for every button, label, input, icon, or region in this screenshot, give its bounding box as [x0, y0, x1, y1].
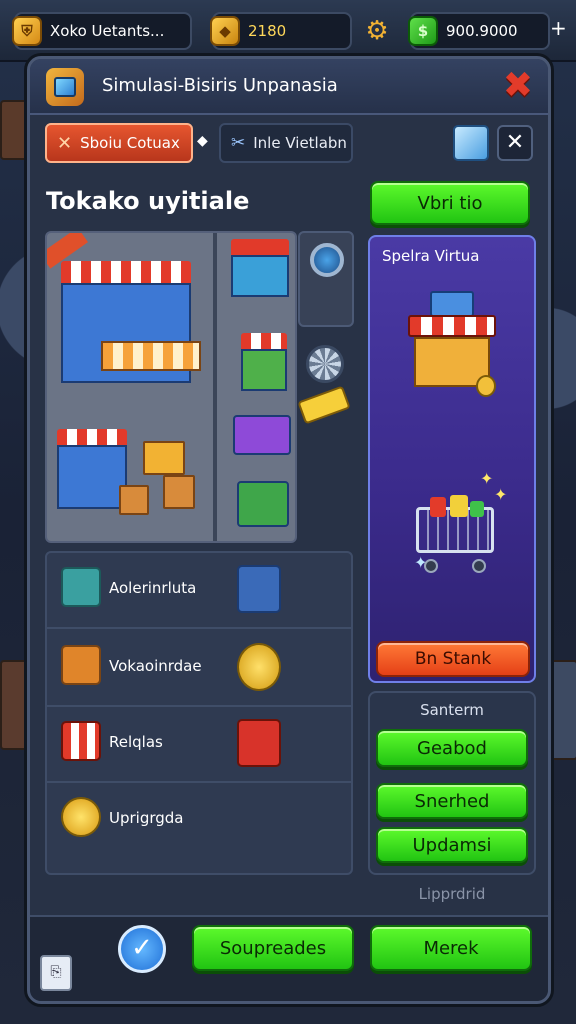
- system-button-2[interactable]: Snerhed: [376, 783, 528, 819]
- bottom-action-bar: ⎘ ✓ Soupreades Merek: [30, 915, 548, 1001]
- shop-item-1[interactable]: [231, 239, 289, 301]
- gold-value: 2180: [248, 22, 287, 40]
- cube-icon: [46, 68, 84, 106]
- background-building: [0, 100, 30, 160]
- tools-icon: ✂: [231, 133, 246, 153]
- close-window-button[interactable]: ✖: [500, 67, 536, 105]
- stall-icon: [61, 645, 101, 685]
- shop-top-button[interactable]: Vbri tio: [370, 181, 530, 225]
- tab-row: ✕ Sboiu Cotuax ◆ ✂ Inle Vietlabn ✕: [45, 123, 533, 167]
- system-button-1[interactable]: Geabod: [376, 729, 528, 767]
- cash-counter[interactable]: $ 900.9000: [408, 12, 550, 50]
- top-resource-bar: ⛨ Xoko Uetants... ◆ 2180 ⚙ $ 900.9000 +: [0, 0, 576, 62]
- bottom-left-button[interactable]: Soupreades: [192, 925, 354, 971]
- awning-shop-icon: [61, 721, 101, 761]
- sparkle-icon: ✦: [480, 469, 494, 488]
- store-building-icon: [400, 291, 504, 411]
- small-store-item[interactable]: [57, 429, 127, 519]
- promo-card: Spelra Virtua ✦ ✦ ✦ Bn Stank: [368, 235, 536, 683]
- register-icon: [237, 719, 281, 767]
- background-building: [548, 660, 576, 760]
- list-item-label: Vokaoinrdae: [109, 657, 202, 675]
- cash-register-icon: [237, 565, 281, 613]
- window-title-bar: Simulasi-Bisiris Unpanasia ✖: [30, 59, 548, 115]
- shop-item-4[interactable]: [237, 481, 289, 531]
- shop-item-2[interactable]: [241, 333, 287, 395]
- crossed-tools-icon: ✕: [57, 132, 73, 154]
- market-stall-item[interactable]: [143, 441, 185, 475]
- list-item-label: Relqlas: [109, 733, 163, 751]
- list-item[interactable]: Aolerinrluta: [47, 553, 351, 629]
- side-tool-slot-2[interactable]: [297, 335, 354, 457]
- window-title: Simulasi-Bisiris Unpanasia: [102, 75, 338, 96]
- tab-active[interactable]: ✕ Sboiu Cotuax: [45, 123, 193, 163]
- cash-value: 900.9000: [446, 22, 518, 40]
- side-tool-slot[interactable]: [298, 231, 354, 327]
- tab-secondary[interactable]: ✂ Inle Vietlabn: [219, 123, 353, 163]
- checkmark-button[interactable]: ✓: [118, 925, 166, 973]
- gear-icon: ⚙: [365, 16, 389, 46]
- wheel-icon: [306, 345, 344, 383]
- gold-coin-icon: ◆: [210, 16, 240, 46]
- list-item[interactable]: Uprigrgda: [47, 783, 351, 859]
- inventory-cube-icon[interactable]: [453, 125, 489, 161]
- shop-item-grid: [45, 231, 297, 543]
- settings-gear[interactable]: ⚙: [365, 12, 398, 50]
- shop-section-title: Tokako uyitiale: [46, 187, 250, 215]
- player-name: Xoko Uetants...: [50, 22, 165, 40]
- crate-item[interactable]: [119, 485, 149, 515]
- system-footer-label: Lipprdrid: [418, 885, 486, 903]
- gold-counter[interactable]: ◆ 2180: [210, 12, 352, 50]
- shield-icon: ⛨: [12, 16, 42, 46]
- price-tag-icon: [297, 385, 351, 425]
- list-item-label: Uprigrgda: [109, 809, 184, 827]
- shopping-cart-icon: [410, 495, 502, 577]
- big-store-item[interactable]: [61, 261, 201, 411]
- promo-title: Spelra Virtua: [382, 247, 480, 265]
- upgrade-list: Aolerinrluta Vokaoinrdae Relqlas Uprigrg…: [45, 551, 353, 875]
- cash-gem-icon: $: [408, 16, 438, 46]
- coin-stack-icon: [237, 643, 281, 691]
- magnifier-icon: [310, 243, 344, 277]
- system-panel: Santerm Geabod Snerhed Updamsi: [368, 691, 536, 875]
- shop-item-3[interactable]: [233, 415, 291, 463]
- bottom-right-button[interactable]: Merek: [370, 925, 532, 971]
- tab-secondary-label: Inle Vietlabn: [253, 134, 347, 152]
- gold-coin-icon: [61, 797, 101, 837]
- tab-separator: ◆: [197, 133, 208, 149]
- crate-item[interactable]: [163, 475, 195, 509]
- background-building: [0, 660, 30, 750]
- system-button-3[interactable]: Updamsi: [376, 827, 528, 863]
- list-item-label: Aolerinrluta: [109, 579, 197, 597]
- kiosk-icon: [61, 567, 101, 607]
- list-item[interactable]: Relqlas: [47, 707, 351, 783]
- player-badge[interactable]: ⛨ Xoko Uetants...: [12, 12, 192, 50]
- list-item[interactable]: Vokaoinrdae: [47, 631, 351, 707]
- promo-button[interactable]: Bn Stank: [376, 641, 530, 677]
- business-simulation-window: Simulasi-Bisiris Unpanasia ✖ ✕ Sboiu Cot…: [27, 56, 551, 1004]
- plus-icon[interactable]: +: [550, 16, 570, 46]
- document-icon[interactable]: ⎘: [40, 955, 72, 991]
- tab-active-label: Sboiu Cotuax: [80, 134, 180, 152]
- tab-close-button[interactable]: ✕: [497, 125, 533, 161]
- system-title: Santerm: [420, 701, 484, 719]
